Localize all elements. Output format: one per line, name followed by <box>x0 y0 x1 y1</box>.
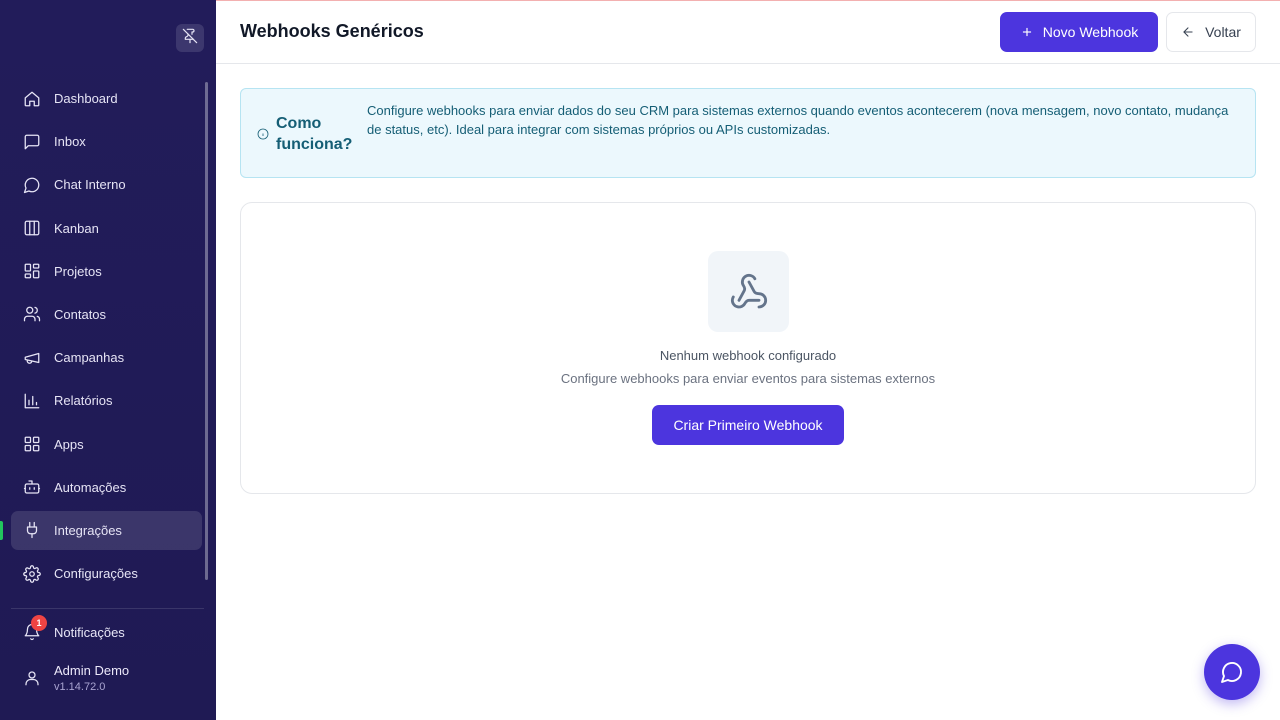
back-label: Voltar <box>1205 24 1241 40</box>
sidebar-item-relatorios[interactable]: Relatórios <box>11 381 202 420</box>
sidebar-item-configuracoes[interactable]: Configurações <box>11 554 202 593</box>
create-first-webhook-button[interactable]: Criar Primeiro Webhook <box>652 405 844 445</box>
sidebar-scrollbar[interactable] <box>205 82 208 580</box>
new-webhook-button[interactable]: Novo Webhook <box>1000 12 1158 52</box>
sidebar-item-label: Configurações <box>54 566 138 582</box>
arrow-left-icon <box>1183 27 1193 37</box>
info-icon <box>257 127 269 140</box>
sidebar-item-kanban[interactable]: Kanban <box>11 209 202 248</box>
notifications-label: Notificações <box>54 624 125 640</box>
sidebar-item-automacoes[interactable]: Automações <box>11 468 202 507</box>
app-version: v1.14.72.0 <box>54 681 106 693</box>
grid-icon <box>23 435 41 453</box>
webhooks-empty-card: Nenhum webhook configurado Configure web… <box>240 202 1256 494</box>
plus-icon <box>1022 27 1031 37</box>
pin-off-icon <box>182 28 198 49</box>
sidebar-item-label: Contatos <box>54 306 107 322</box>
sidebar-item-label: Projetos <box>54 263 102 279</box>
sidebar-item-label: Relatórios <box>54 393 113 409</box>
sidebar-item-label: Inbox <box>54 134 86 150</box>
sidebar-item-label: Integrações <box>54 522 122 538</box>
sidebar: Dashboard Inbox Chat Interno Kanban Proj… <box>0 0 216 720</box>
user-profile[interactable]: Admin Demo v1.14.72.0 <box>23 663 129 693</box>
sidebar-item-label: Campanhas <box>54 350 125 366</box>
chat-bubble-icon <box>1221 662 1242 683</box>
sidebar-item-inbox[interactable]: Inbox <box>11 122 202 161</box>
user-name: Admin Demo <box>54 663 130 678</box>
info-text: Configure webhooks para enviar dados do … <box>367 103 1229 137</box>
bot-icon <box>23 478 41 496</box>
message-square-icon <box>23 133 41 151</box>
sidebar-item-campanhas[interactable]: Campanhas <box>11 338 202 377</box>
sidebar-item-label: Apps <box>54 436 84 452</box>
settings-icon <box>23 564 41 583</box>
users-icon <box>23 305 41 323</box>
megaphone-icon <box>23 349 41 367</box>
bell-icon: 1 <box>23 615 47 641</box>
sidebar-nav: Dashboard Inbox Chat Interno Kanban Proj… <box>0 79 202 597</box>
sidebar-item-apps[interactable]: Apps <box>11 425 202 464</box>
sidebar-item-label: Chat Interno <box>54 177 126 193</box>
empty-state-title: Nenhum webhook configurado <box>659 348 837 363</box>
notifications-button[interactable]: 1 Notificações <box>23 615 125 646</box>
home-icon <box>23 90 41 108</box>
sidebar-item-label: Dashboard <box>54 91 118 106</box>
pin-toggle-button[interactable] <box>176 24 204 52</box>
info-title: Como funciona? <box>276 115 353 153</box>
sidebar-item-label: Kanban <box>54 220 99 236</box>
info-callout: Como funciona? Configure webhooks para e… <box>240 88 1256 178</box>
webhook-icon <box>708 251 789 332</box>
page-header: Webhooks Genéricos Novo Webhook Voltar <box>216 0 1280 64</box>
columns-icon <box>23 219 41 237</box>
plug-icon <box>23 521 41 539</box>
notification-count-badge: 1 <box>31 615 47 631</box>
back-button[interactable]: Voltar <box>1166 12 1256 52</box>
bar-chart-icon <box>23 392 41 410</box>
sidebar-item-projetos[interactable]: Projetos <box>11 252 202 291</box>
sidebar-divider <box>11 608 204 609</box>
user-icon <box>23 669 41 687</box>
sidebar-item-dashboard[interactable]: Dashboard <box>11 79 202 118</box>
page-title: Webhooks Genéricos <box>240 21 424 41</box>
chat-support-button[interactable] <box>1204 644 1260 700</box>
sidebar-item-label: Automações <box>54 479 127 495</box>
sidebar-item-integracoes[interactable]: Integrações <box>0 510 202 550</box>
layout-grid-icon <box>23 262 41 280</box>
sidebar-item-contatos[interactable]: Contatos <box>11 295 202 334</box>
sidebar-item-chat-interno[interactable]: Chat Interno <box>11 165 202 204</box>
new-webhook-label: Novo Webhook <box>1042 24 1139 40</box>
message-circle-icon <box>23 176 41 194</box>
empty-state-subtitle: Configure webhooks para enviar eventos p… <box>560 371 936 386</box>
